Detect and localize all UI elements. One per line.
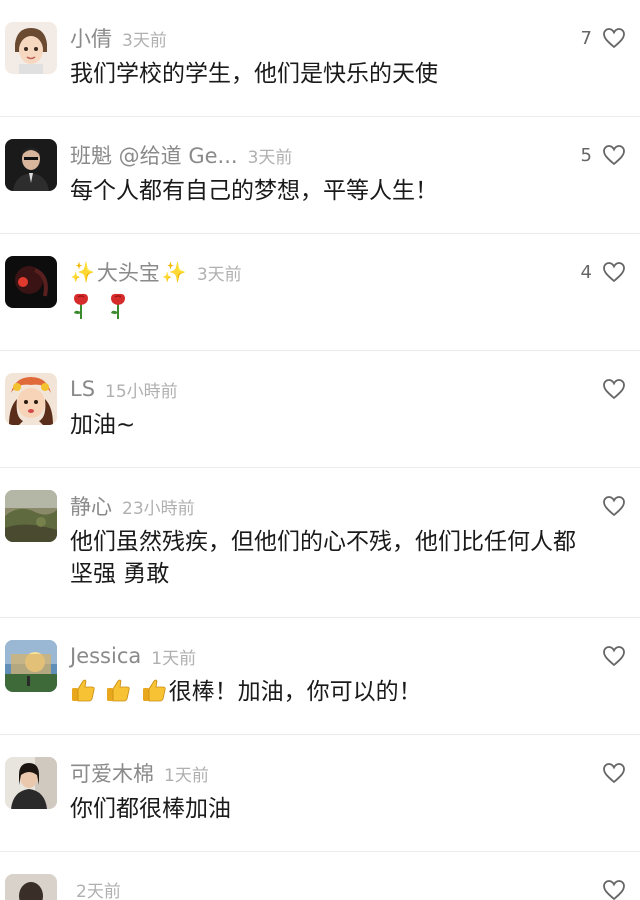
comment-text: 加油~ xyxy=(70,412,136,438)
comment-item: 2天前 xyxy=(0,852,640,900)
comment-text xyxy=(70,292,625,325)
comment-text-body: 很棒！加油，你可以的！ xyxy=(168,679,422,705)
heart-icon[interactable] xyxy=(602,261,626,283)
username[interactable]: 可爱木棉 xyxy=(70,758,154,788)
comment-text: 他们虽然残疾，但他们的心不残，他们比任何人都 坚强 勇敢 xyxy=(70,526,625,590)
heart-icon[interactable] xyxy=(602,27,626,49)
username[interactable]: 小倩 xyxy=(70,23,112,53)
like-control[interactable] xyxy=(592,875,626,900)
like-control[interactable]: 5 xyxy=(581,140,626,170)
timestamp: 23小時前 xyxy=(122,498,195,519)
like-count: 5 xyxy=(580,144,592,166)
like-count: 4 xyxy=(580,261,592,283)
comment-item: Jessica 1天前 很棒！加油，你可以的！ xyxy=(0,618,640,735)
avatar[interactable] xyxy=(5,373,57,425)
heart-icon[interactable] xyxy=(602,879,626,900)
sparkle-icon: ✨ xyxy=(161,260,187,284)
username[interactable]: 班魁 @给道 Ge... xyxy=(70,140,238,170)
rose-icon xyxy=(107,292,129,320)
like-control[interactable]: 4 xyxy=(581,257,626,287)
heart-icon[interactable] xyxy=(602,762,626,784)
comment-meta: 班魁 @给道 Ge... 3天前 xyxy=(70,140,292,170)
comment-item: 可爱木棉 1天前 你们都很棒加油 xyxy=(0,735,640,852)
comment-item: LS 15小時前 加油~ xyxy=(0,351,640,468)
comment-meta: LS 15小時前 xyxy=(70,374,178,404)
comment-item: 静心 23小時前 他们虽然残疾，但他们的心不残，他们比任何人都 坚强 勇敢 xyxy=(0,468,640,618)
like-control[interactable] xyxy=(592,491,626,521)
username[interactable]: 大头宝 xyxy=(97,257,160,287)
username[interactable]: LS xyxy=(70,377,95,401)
avatar[interactable] xyxy=(5,490,57,542)
thumbs-up-icon xyxy=(105,677,131,703)
username[interactable]: Jessica xyxy=(70,644,141,668)
avatar[interactable] xyxy=(5,256,57,308)
timestamp: 15小時前 xyxy=(105,381,178,402)
timestamp: 2天前 xyxy=(76,881,121,900)
comment-meta: 可爱木棉 1天前 xyxy=(70,758,209,788)
timestamp: 1天前 xyxy=(164,765,209,786)
thumbs-up-icon xyxy=(70,677,96,703)
username[interactable]: 静心 xyxy=(70,491,112,521)
comment-text: 我们学校的学生，他们是快乐的天使 xyxy=(70,61,438,87)
comment-text-line: 坚强 勇敢 xyxy=(70,561,170,587)
timestamp: 1天前 xyxy=(151,648,197,669)
comment-meta: 2天前 xyxy=(70,874,121,900)
comment-feed: 小倩 3天前 7 我们学校的学生，他们是快乐的天使 班魁 @给道 Ge... 3… xyxy=(0,0,640,900)
comment-item: ✨ 大头宝 ✨ 3天前 4 xyxy=(0,234,640,351)
comment-text: 很棒！加油，你可以的！ xyxy=(70,676,625,708)
timestamp: 3天前 xyxy=(247,147,293,168)
comment-meta: Jessica 1天前 xyxy=(70,641,196,671)
avatar[interactable] xyxy=(5,22,57,74)
heart-icon[interactable] xyxy=(602,144,626,166)
comment-text: 每个人都有自己的梦想，平等人生！ xyxy=(70,178,438,204)
avatar[interactable] xyxy=(5,640,57,692)
timestamp: 3天前 xyxy=(196,264,242,285)
sparkle-icon: ✨ xyxy=(70,260,95,284)
heart-icon[interactable] xyxy=(602,645,626,667)
comment-meta: 静心 23小時前 xyxy=(70,491,195,521)
like-control[interactable] xyxy=(592,374,626,404)
avatar[interactable] xyxy=(5,757,57,809)
thumbs-up-icon xyxy=(141,677,167,703)
timestamp: 3天前 xyxy=(122,30,167,51)
heart-icon[interactable] xyxy=(602,378,626,400)
comment-meta: 小倩 3天前 xyxy=(70,23,167,53)
avatar[interactable] xyxy=(5,139,57,191)
like-control[interactable]: 7 xyxy=(581,23,626,53)
avatar[interactable] xyxy=(5,874,57,900)
heart-icon[interactable] xyxy=(602,495,626,517)
comment-item: 班魁 @给道 Ge... 3天前 5 每个人都有自己的梦想，平等人生！ xyxy=(0,117,640,234)
like-count: 7 xyxy=(580,27,592,49)
comment-meta: ✨ 大头宝 ✨ 3天前 xyxy=(70,257,242,287)
like-control[interactable] xyxy=(592,641,626,671)
like-control[interactable] xyxy=(592,758,626,788)
comment-text: 你们都很棒加油 xyxy=(70,796,231,822)
rose-icon xyxy=(70,292,92,320)
comment-text-line: 他们虽然残疾，但他们的心不残，他们比任何人都 xyxy=(70,529,576,555)
comment-item: 小倩 3天前 7 我们学校的学生，他们是快乐的天使 xyxy=(0,0,640,117)
